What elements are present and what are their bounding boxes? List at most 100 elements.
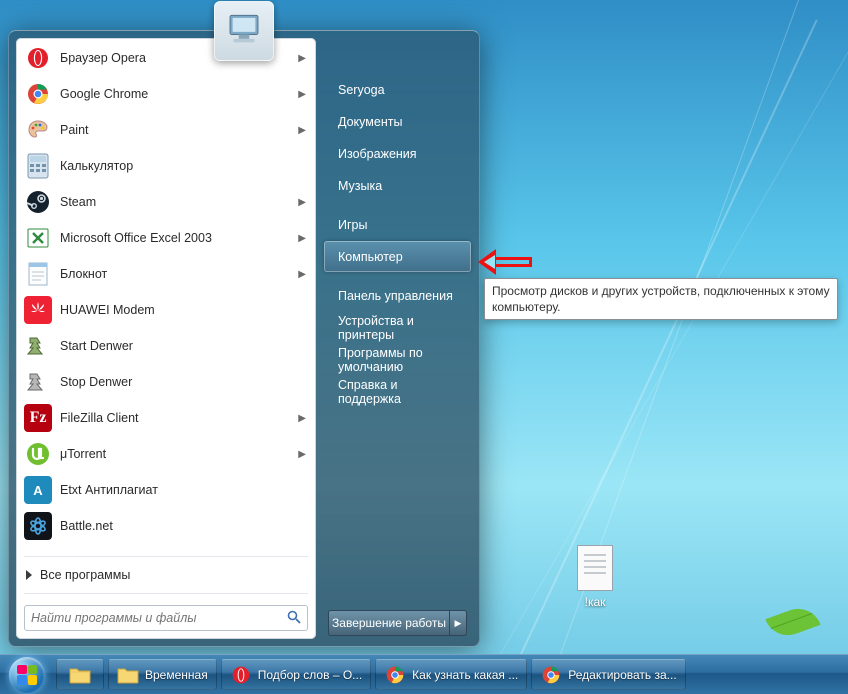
program-excel[interactable]: Microsoft Office Excel 2003 ▶ — [18, 220, 314, 256]
link-control-panel[interactable]: Панель управления — [324, 280, 471, 311]
program-opera[interactable]: Браузер Opera ▶ — [18, 40, 314, 76]
taskbar-item-chrome-2[interactable]: Редактировать за... — [531, 659, 685, 690]
program-label: Battle.net — [60, 519, 308, 533]
taskbar: Временная Подбор слов – O... Как узнать … — [0, 654, 848, 694]
shutdown-split-button: Завершение работы ▶ — [328, 610, 467, 636]
desktop-file-label: !как — [560, 595, 630, 609]
link-user[interactable]: Seryoga — [324, 74, 471, 105]
annotation-arrow — [478, 251, 533, 273]
taskbar-item-label: Подбор слов – O... — [258, 668, 362, 682]
submenu-arrow-icon: ▶ — [298, 413, 308, 424]
search-input[interactable] — [31, 611, 287, 625]
folder-icon — [117, 664, 139, 686]
start-menu-left-pane: Браузер Opera ▶ Google Chrome ▶ Paint ▶ … — [16, 38, 316, 639]
opera-icon — [230, 664, 252, 686]
link-devices-printers[interactable]: Устройства и принтеры — [324, 312, 471, 343]
program-chrome[interactable]: Google Chrome ▶ — [18, 76, 314, 112]
program-label: Paint — [60, 123, 298, 137]
link-documents[interactable]: Документы — [324, 106, 471, 137]
program-paint[interactable]: Paint ▶ — [18, 112, 314, 148]
text-file-icon — [577, 545, 613, 591]
search-icon — [287, 610, 301, 627]
bg-ray — [500, 48, 848, 655]
taskbar-item-label: Временная — [145, 668, 208, 682]
folder-icon — [69, 664, 91, 686]
program-stop-denwer[interactable]: Stop Denwer — [18, 364, 314, 400]
start-menu-right-pane: Seryoga Документы Изображения Музыка Игр… — [316, 31, 479, 646]
link-help-support[interactable]: Справка и поддержка — [324, 376, 471, 407]
taskbar-item-label: Как узнать какая ... — [412, 668, 518, 682]
submenu-arrow-icon: ▶ — [298, 89, 308, 100]
battlenet-icon — [24, 512, 52, 540]
program-notepad[interactable]: Блокнот ▶ — [18, 256, 314, 292]
paint-icon — [24, 116, 52, 144]
program-label: Stop Denwer — [60, 375, 308, 389]
all-programs-label: Все программы — [40, 568, 130, 582]
windows-orb-icon — [9, 657, 45, 693]
link-default-programs[interactable]: Программы по умолчанию — [324, 344, 471, 375]
separator — [24, 556, 308, 557]
program-calculator[interactable]: Калькулятор — [18, 148, 314, 184]
program-filezilla[interactable]: Fz FileZilla Client ▶ — [18, 400, 314, 436]
submenu-arrow-icon: ▶ — [298, 53, 308, 64]
program-label: Блокнот — [60, 267, 298, 281]
taskbar-item-chrome-1[interactable]: Как узнать какая ... — [375, 659, 527, 690]
program-start-denwer[interactable]: Start Denwer — [18, 328, 314, 364]
program-label: Microsoft Office Excel 2003 — [60, 231, 298, 245]
denwer-stop-icon — [24, 368, 52, 396]
program-utorrent[interactable]: μTorrent ▶ — [18, 436, 314, 472]
right-links-list: Seryoga Документы Изображения Музыка Игр… — [320, 73, 475, 408]
notepad-icon — [24, 260, 52, 288]
program-label: Start Denwer — [60, 339, 308, 353]
shutdown-button[interactable]: Завершение работы — [328, 610, 449, 636]
tooltip-computer: Просмотр дисков и других устройств, подк… — [484, 278, 838, 320]
program-label: Браузер Opera — [60, 51, 298, 65]
search-box[interactable] — [24, 605, 308, 631]
search-area — [16, 597, 316, 639]
link-pictures[interactable]: Изображения — [324, 138, 471, 169]
shutdown-options-button[interactable]: ▶ — [449, 610, 467, 636]
excel-icon — [24, 224, 52, 252]
program-battlenet[interactable]: Battle.net — [18, 508, 314, 544]
chrome-icon — [384, 664, 406, 686]
submenu-arrow-icon: ▶ — [298, 125, 308, 136]
submenu-arrow-icon: ▶ — [298, 197, 308, 208]
bg-leaf — [765, 602, 820, 642]
huawei-icon — [24, 296, 52, 324]
filezilla-icon: Fz — [24, 404, 52, 432]
submenu-arrow-icon: ▶ — [298, 449, 308, 460]
program-etxt[interactable]: A Etxt Антиплагиат — [18, 472, 314, 508]
taskbar-pinned-explorer[interactable] — [56, 659, 104, 690]
program-label: Etxt Антиплагиат — [60, 483, 308, 497]
submenu-arrow-icon: ▶ — [298, 233, 308, 244]
program-huawei-modem[interactable]: HUAWEI Modem — [18, 292, 314, 328]
utorrent-icon — [24, 440, 52, 468]
taskbar-item-temp-folder[interactable]: Временная — [108, 659, 217, 690]
etxt-icon: A — [24, 476, 52, 504]
link-games[interactable]: Игры — [324, 209, 471, 240]
program-label: Google Chrome — [60, 87, 298, 101]
separator — [24, 593, 308, 594]
triangle-right-icon — [26, 570, 32, 580]
desktop-file-kak[interactable]: !как — [560, 545, 630, 609]
all-programs-button[interactable]: Все программы — [16, 560, 316, 590]
program-label: μTorrent — [60, 447, 298, 461]
taskbar-item-opera[interactable]: Подбор слов – O... — [221, 659, 371, 690]
chrome-icon — [24, 80, 52, 108]
program-label: Калькулятор — [60, 159, 308, 173]
program-label: HUAWEI Modem — [60, 303, 308, 317]
start-button[interactable] — [0, 655, 54, 694]
taskbar-item-label: Редактировать за... — [568, 668, 676, 682]
link-computer[interactable]: Компьютер — [324, 241, 471, 272]
submenu-arrow-icon: ▶ — [298, 269, 308, 280]
calculator-icon — [24, 152, 52, 180]
chrome-icon — [540, 664, 562, 686]
pinned-programs-list: Браузер Opera ▶ Google Chrome ▶ Paint ▶ … — [16, 38, 316, 553]
program-steam[interactable]: Steam ▶ — [18, 184, 314, 220]
program-label: Steam — [60, 195, 298, 209]
link-music[interactable]: Музыка — [324, 170, 471, 201]
steam-icon — [24, 188, 52, 216]
program-label: FileZilla Client — [60, 411, 298, 425]
opera-icon — [24, 44, 52, 72]
start-menu: Браузер Opera ▶ Google Chrome ▶ Paint ▶ … — [8, 30, 480, 647]
